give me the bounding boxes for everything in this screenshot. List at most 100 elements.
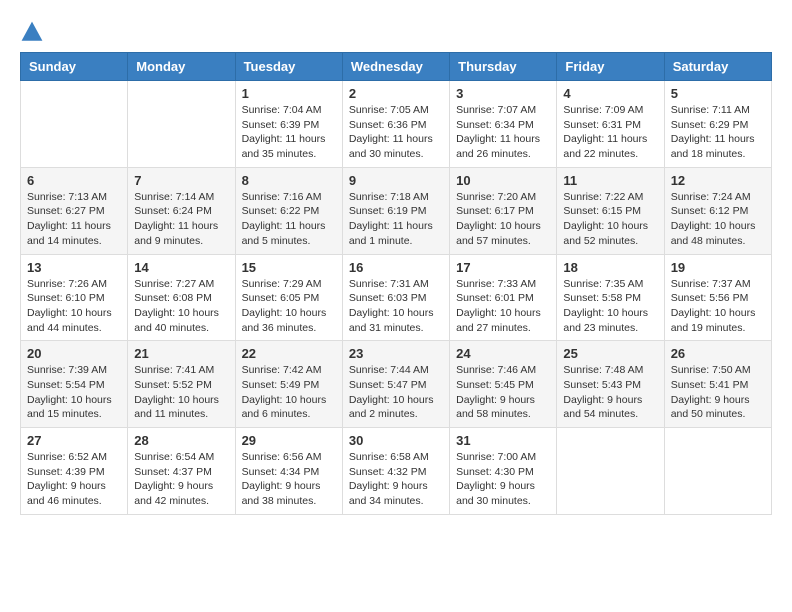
day-info: Sunrise: 7:39 AMSunset: 5:54 PMDaylight:…: [27, 363, 121, 422]
day-number: 22: [242, 346, 336, 361]
day-header-wednesday: Wednesday: [342, 53, 449, 81]
day-number: 7: [134, 173, 228, 188]
day-info: Sunrise: 7:31 AMSunset: 6:03 PMDaylight:…: [349, 277, 443, 336]
day-number: 26: [671, 346, 765, 361]
day-number: 3: [456, 86, 550, 101]
calendar-week-row: 6 Sunrise: 7:13 AMSunset: 6:27 PMDaylight…: [21, 167, 772, 254]
calendar-cell: [21, 81, 128, 168]
day-info: Sunrise: 7:26 AMSunset: 6:10 PMDaylight:…: [27, 277, 121, 336]
day-info: Sunrise: 6:54 AMSunset: 4:37 PMDaylight:…: [134, 450, 228, 509]
header: [20, 20, 772, 44]
calendar-cell: 15Sunrise: 7:29 AMSunset: 6:05 PMDayligh…: [235, 254, 342, 341]
calendar-cell: 13 Sunrise: 7:26 AMSunset: 6:10 PMDayligh…: [21, 254, 128, 341]
calendar-cell: 26 Sunrise: 7:50 AMSunset: 5:41 PMDayligh…: [664, 341, 771, 428]
calendar-cell: 19 Sunrise: 7:37 AMSunset: 5:56 PMDayligh…: [664, 254, 771, 341]
day-number: 5: [671, 86, 765, 101]
day-info: Sunrise: 6:52 AMSunset: 4:39 PMDaylight:…: [27, 450, 121, 509]
calendar-cell: 4 Sunrise: 7:09 AMSunset: 6:31 PMDaylight…: [557, 81, 664, 168]
calendar-cell: 16 Sunrise: 7:31 AMSunset: 6:03 PMDayligh…: [342, 254, 449, 341]
day-header-monday: Monday: [128, 53, 235, 81]
calendar-cell: 27 Sunrise: 6:52 AMSunset: 4:39 PMDayligh…: [21, 428, 128, 515]
calendar-cell: [128, 81, 235, 168]
calendar-cell: 9 Sunrise: 7:18 AMSunset: 6:19 PMDaylight…: [342, 167, 449, 254]
day-number: 21: [134, 346, 228, 361]
day-header-friday: Friday: [557, 53, 664, 81]
calendar-cell: 6 Sunrise: 7:13 AMSunset: 6:27 PMDaylight…: [21, 167, 128, 254]
calendar-week-row: 20 Sunrise: 7:39 AMSunset: 5:54 PMDayligh…: [21, 341, 772, 428]
day-number: 4: [563, 86, 657, 101]
day-info: Sunrise: 7:07 AMSunset: 6:34 PMDaylight:…: [456, 103, 550, 162]
day-info: Sunrise: 7:41 AMSunset: 5:52 PMDaylight:…: [134, 363, 228, 422]
day-number: 16: [349, 260, 443, 275]
day-info: Sunrise: 7:33 AMSunset: 6:01 PMDaylight:…: [456, 277, 550, 336]
calendar-cell: 28 Sunrise: 6:54 AMSunset: 4:37 PMDayligh…: [128, 428, 235, 515]
calendar-cell: [664, 428, 771, 515]
calendar-week-row: 27 Sunrise: 6:52 AMSunset: 4:39 PMDayligh…: [21, 428, 772, 515]
day-number: 9: [349, 173, 443, 188]
day-info: Sunrise: 7:05 AMSunset: 6:36 PMDaylight:…: [349, 103, 443, 162]
day-info: Sunrise: 7:11 AMSunset: 6:29 PMDaylight:…: [671, 103, 765, 162]
day-number: 20: [27, 346, 121, 361]
day-number: 25: [563, 346, 657, 361]
day-number: 29: [242, 433, 336, 448]
calendar-cell: 8Sunrise: 7:16 AMSunset: 6:22 PMDaylight…: [235, 167, 342, 254]
calendar-cell: 3 Sunrise: 7:07 AMSunset: 6:34 PMDaylight…: [450, 81, 557, 168]
calendar-week-row: 1 Sunrise: 7:04 AMSunset: 6:39 PMDaylight…: [21, 81, 772, 168]
calendar-cell: 10Sunrise: 7:20 AMSunset: 6:17 PMDayligh…: [450, 167, 557, 254]
calendar-cell: 23 Sunrise: 7:44 AMSunset: 5:47 PMDayligh…: [342, 341, 449, 428]
day-info: Sunrise: 6:56 AMSunset: 4:34 PMDaylight:…: [242, 450, 336, 509]
day-info: Sunrise: 7:29 AMSunset: 6:05 PMDaylight:…: [242, 277, 336, 336]
day-info: Sunrise: 7:37 AMSunset: 5:56 PMDaylight:…: [671, 277, 765, 336]
day-number: 11: [563, 173, 657, 188]
logo-icon: [20, 20, 44, 44]
day-info: Sunrise: 7:18 AMSunset: 6:19 PMDaylight:…: [349, 190, 443, 249]
calendar-cell: 14 Sunrise: 7:27 AMSunset: 6:08 PMDayligh…: [128, 254, 235, 341]
day-number: 27: [27, 433, 121, 448]
day-number: 1: [242, 86, 336, 101]
calendar-cell: 1 Sunrise: 7:04 AMSunset: 6:39 PMDaylight…: [235, 81, 342, 168]
calendar-cell: [557, 428, 664, 515]
calendar-week-row: 13 Sunrise: 7:26 AMSunset: 6:10 PMDayligh…: [21, 254, 772, 341]
calendar-cell: 22 Sunrise: 7:42 AMSunset: 5:49 PMDayligh…: [235, 341, 342, 428]
day-number: 17: [456, 260, 550, 275]
day-info: Sunrise: 7:50 AMSunset: 5:41 PMDaylight:…: [671, 363, 765, 422]
calendar-header-row: SundayMondayTuesdayWednesdayThursdayFrid…: [21, 53, 772, 81]
calendar-cell: 25 Sunrise: 7:48 AMSunset: 5:43 PMDayligh…: [557, 341, 664, 428]
calendar-table: SundayMondayTuesdayWednesdayThursdayFrid…: [20, 52, 772, 515]
day-info: Sunrise: 7:22 AMSunset: 6:15 PMDaylight:…: [563, 190, 657, 249]
day-number: 24: [456, 346, 550, 361]
calendar-cell: 31 Sunrise: 7:00 AMSunset: 4:30 PMDayligh…: [450, 428, 557, 515]
day-info: Sunrise: 7:09 AMSunset: 6:31 PMDaylight:…: [563, 103, 657, 162]
calendar-cell: 17 Sunrise: 7:33 AMSunset: 6:01 PMDayligh…: [450, 254, 557, 341]
day-number: 28: [134, 433, 228, 448]
day-number: 12: [671, 173, 765, 188]
day-header-tuesday: Tuesday: [235, 53, 342, 81]
calendar-cell: 11 Sunrise: 7:22 AMSunset: 6:15 PMDayligh…: [557, 167, 664, 254]
day-number: 30: [349, 433, 443, 448]
day-info: Sunrise: 7:27 AMSunset: 6:08 PMDaylight:…: [134, 277, 228, 336]
day-number: 23: [349, 346, 443, 361]
day-number: 6: [27, 173, 121, 188]
day-info: Sunrise: 7:24 AMSunset: 6:12 PMDaylight:…: [671, 190, 765, 249]
day-info: Sunrise: 7:00 AMSunset: 4:30 PMDaylight:…: [456, 450, 550, 509]
calendar-cell: 29 Sunrise: 6:56 AMSunset: 4:34 PMDayligh…: [235, 428, 342, 515]
day-info: Sunrise: 7:16 AMSunset: 6:22 PMDaylight:…: [242, 190, 336, 249]
day-header-sunday: Sunday: [21, 53, 128, 81]
day-info: Sunrise: 7:14 AMSunset: 6:24 PMDaylight:…: [134, 190, 228, 249]
day-info: Sunrise: 7:20 AMSunset: 6:17 PMDaylight:…: [456, 190, 550, 249]
day-number: 14: [134, 260, 228, 275]
day-info: Sunrise: 7:42 AMSunset: 5:49 PMDaylight:…: [242, 363, 336, 422]
day-number: 13: [27, 260, 121, 275]
day-info: Sunrise: 7:13 AMSunset: 6:27 PMDaylight:…: [27, 190, 121, 249]
day-number: 31: [456, 433, 550, 448]
day-info: Sunrise: 7:48 AMSunset: 5:43 PMDaylight:…: [563, 363, 657, 422]
day-header-thursday: Thursday: [450, 53, 557, 81]
calendar-cell: 21 Sunrise: 7:41 AMSunset: 5:52 PMDayligh…: [128, 341, 235, 428]
day-number: 19: [671, 260, 765, 275]
calendar-cell: 30Sunrise: 6:58 AMSunset: 4:32 PMDayligh…: [342, 428, 449, 515]
day-info: Sunrise: 7:44 AMSunset: 5:47 PMDaylight:…: [349, 363, 443, 422]
calendar-cell: 12 Sunrise: 7:24 AMSunset: 6:12 PMDayligh…: [664, 167, 771, 254]
day-header-saturday: Saturday: [664, 53, 771, 81]
day-info: Sunrise: 7:35 AMSunset: 5:58 PMDaylight:…: [563, 277, 657, 336]
day-info: Sunrise: 7:04 AMSunset: 6:39 PMDaylight:…: [242, 103, 336, 162]
